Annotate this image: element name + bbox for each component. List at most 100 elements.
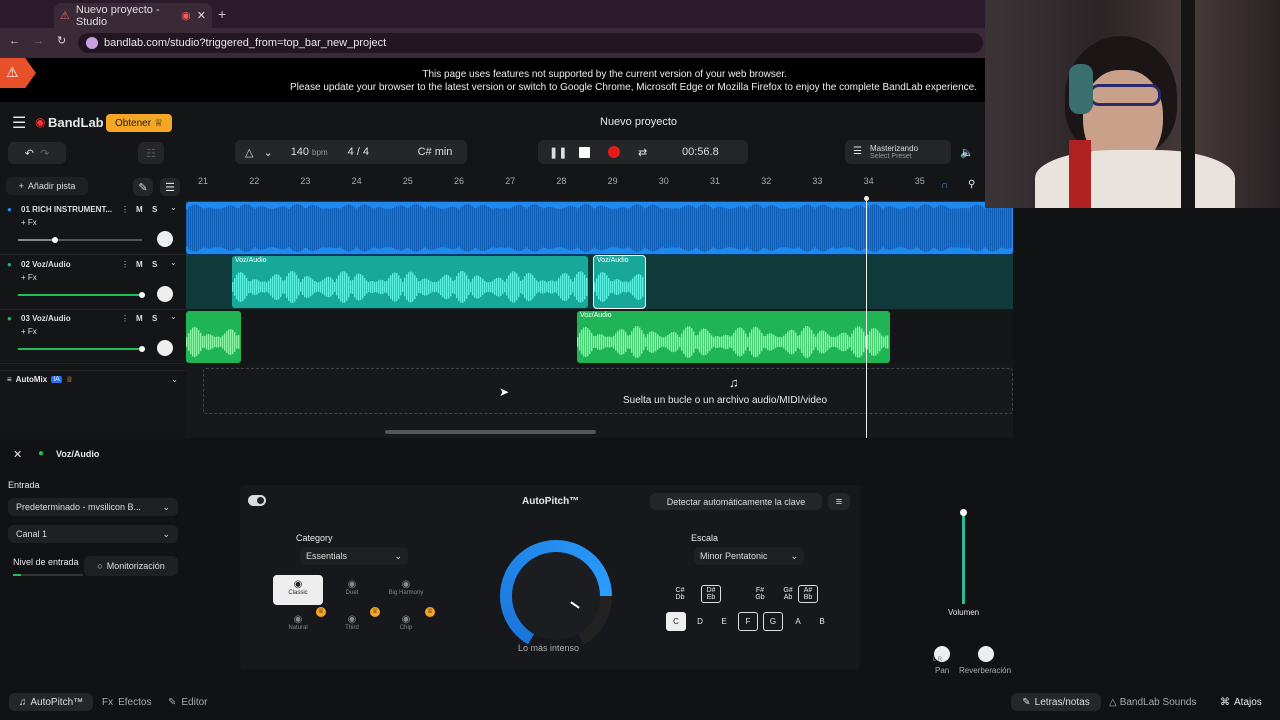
time-signature[interactable]: 4 / 4 (348, 146, 369, 158)
preset-duet[interactable]: ◉ Duet (327, 575, 377, 605)
metronome-icon[interactable]: △ (245, 146, 253, 159)
ruler[interactable]: 21 22 23 24 25 26 27 28 29 30 31 32 33 34 35 (186, 174, 1013, 198)
chevron-down-icon[interactable]: ⌄ (170, 312, 177, 321)
track-pan-knob[interactable] (157, 340, 173, 356)
close-tab-icon[interactable]: ✕ (197, 9, 206, 22)
reload-icon[interactable]: ↻ (57, 34, 66, 47)
forward-icon[interactable]: → (33, 35, 44, 47)
preset-natural[interactable]: ◉ Natural (273, 610, 323, 640)
track-volume-slider[interactable] (18, 237, 142, 243)
bpm-value[interactable]: 140 (291, 146, 309, 158)
volume-handle[interactable] (960, 509, 967, 516)
fx-button[interactable]: + Fx (21, 327, 37, 336)
track-volume-handle[interactable] (139, 346, 145, 352)
playhead[interactable] (866, 198, 867, 438)
track-header[interactable]: ● 01 RICH INSTRUMENT... ⋮ M S ⌄ + Fx (0, 201, 186, 255)
key-button[interactable]: C# min (403, 140, 467, 164)
solo-button[interactable]: S (152, 314, 157, 323)
track-name[interactable]: 02 Voz/Audio (21, 260, 71, 269)
track-lane[interactable]: Voz/Audio (186, 310, 1013, 364)
fx-button[interactable]: + Fx (21, 218, 37, 227)
key-sharp-button[interactable]: C# Db (670, 585, 690, 603)
track-pan-knob[interactable] (157, 231, 173, 247)
audio-clip[interactable] (186, 202, 1013, 254)
preset-chip[interactable]: ◉ Chip (381, 610, 431, 640)
audio-clip[interactable] (186, 311, 241, 363)
browser-tab[interactable]: ⚠ Nuevo proyecto - Studio ◉ ✕ (54, 3, 212, 28)
zoom-icon[interactable]: ⚲ (968, 179, 975, 190)
track-settings-button[interactable]: ☰ (160, 178, 180, 196)
key-sharp-button[interactable]: D# Eb (701, 585, 721, 603)
audio-clip[interactable]: Voz/Audio (593, 255, 646, 309)
tools-button[interactable]: ✎ (133, 178, 153, 196)
new-tab-icon[interactable]: + (218, 6, 226, 22)
more-icon[interactable]: ⋮ (121, 314, 129, 323)
bypass-toggle[interactable] (248, 495, 266, 506)
mute-button[interactable]: M (136, 260, 143, 269)
horizontal-scrollbar[interactable] (385, 430, 596, 434)
input-device-select[interactable]: Predeterminado - mvsilicon B... ⌄ (8, 498, 178, 516)
track-header[interactable]: ● 03 Voz/Audio ⋮ M S ⌄ + Fx (0, 310, 186, 364)
track-name[interactable]: 03 Voz/Audio (21, 314, 71, 323)
detect-key-button[interactable]: Detectar automáticamente la clave (650, 493, 822, 510)
stop-icon[interactable] (579, 146, 590, 158)
timeline[interactable]: 21 22 23 24 25 26 27 28 29 30 31 32 33 34 35 ∩ ⚲ Voz/A… (186, 174, 1013, 438)
track-volume-handle[interactable] (139, 291, 145, 298)
plugin-settings-button[interactable]: ≡ (828, 493, 850, 510)
sounds-button[interactable]: △ BandLab Sounds (1109, 697, 1196, 708)
get-button[interactable]: Obtener ♕ (106, 114, 172, 132)
track-pan-knob[interactable] (157, 285, 173, 302)
audio-clip[interactable]: Voz/Audio (577, 311, 890, 363)
mute-button[interactable]: M (136, 205, 143, 214)
menu-icon[interactable]: ☰ (12, 113, 26, 133)
dropzone[interactable]: ♫ Suelta un bucle o un archivo audio/MID… (203, 368, 1013, 414)
track-header[interactable]: ● 02 Voz/Audio ⋮ M S ⌄ + Fx (0, 256, 186, 310)
record-icon[interactable] (608, 146, 620, 158)
preset-third[interactable]: ◉ Third (327, 610, 377, 640)
piano-button[interactable]: ☷ (138, 142, 164, 164)
fx-button[interactable]: + Fx (21, 273, 37, 282)
playhead-handle[interactable] (864, 196, 869, 201)
tab-autopitch[interactable]: ♫ AutoPitch™ (9, 693, 93, 711)
tab-editor[interactable]: ✎ Editor (168, 697, 208, 708)
intensity-knob[interactable] (500, 540, 612, 652)
track-volume-slider[interactable] (18, 346, 145, 352)
chevron-down-icon[interactable]: ⌄ (170, 203, 177, 212)
track-volume-slider[interactable] (18, 291, 145, 298)
key-sharp-button[interactable]: A# Bb (798, 585, 818, 603)
key-natural-button[interactable]: D (690, 612, 710, 631)
url-field[interactable]: bandlab.com/studio?triggered_from=top_ba… (78, 33, 983, 53)
monitor-button[interactable]: ○ Monitorización (84, 556, 178, 576)
chevron-down-icon[interactable]: ⌄ (263, 146, 272, 159)
volume-slider[interactable] (960, 509, 967, 604)
pause-icon[interactable]: ❚❚ (549, 146, 567, 159)
tab-effects[interactable]: Fx Efectos (102, 697, 151, 708)
more-icon[interactable]: ⋮ (121, 260, 129, 269)
more-icon[interactable]: ⋮ (121, 205, 129, 214)
key-natural-button[interactable]: B (812, 612, 832, 631)
chevron-down-icon[interactable]: ⌄ (171, 375, 178, 384)
audio-clip[interactable]: Voz/Audio (232, 256, 588, 308)
channel-select[interactable]: Canal 1 ⌄ (8, 525, 178, 543)
track-lane[interactable]: Voz/Audio Voz/Audio (186, 255, 1013, 309)
key-sharp-button[interactable]: F# Gb (750, 585, 770, 603)
back-icon[interactable]: ← (9, 35, 20, 47)
volume-icon[interactable]: 🔈 (960, 146, 974, 159)
category-select[interactable]: Essentials ⌄ (300, 547, 408, 565)
preset-classic[interactable]: ◉ Classic (273, 575, 323, 605)
project-title[interactable]: Nuevo proyecto (600, 116, 677, 128)
track-lane[interactable] (186, 201, 1013, 255)
solo-button[interactable]: S (152, 260, 157, 269)
track-name[interactable]: 01 RICH INSTRUMENT... (21, 205, 112, 214)
add-track-button[interactable]: + Añadir pista (6, 177, 88, 195)
key-natural-button[interactable]: F (738, 612, 758, 631)
track-volume-handle[interactable] (52, 237, 59, 243)
key-natural-button[interactable]: A (788, 612, 808, 631)
lyrics-button[interactable]: ✎ Letras/notas (1011, 693, 1101, 711)
chevron-down-icon[interactable]: ⌄ (170, 258, 177, 267)
mute-button[interactable]: M (136, 314, 143, 323)
loop-icon[interactable]: ⇄ (638, 146, 647, 159)
key-sharp-button[interactable]: G# Ab (778, 585, 798, 603)
shortcuts-button[interactable]: ⌘ Atajos (1220, 697, 1262, 708)
close-icon[interactable]: ✕ (13, 448, 22, 461)
